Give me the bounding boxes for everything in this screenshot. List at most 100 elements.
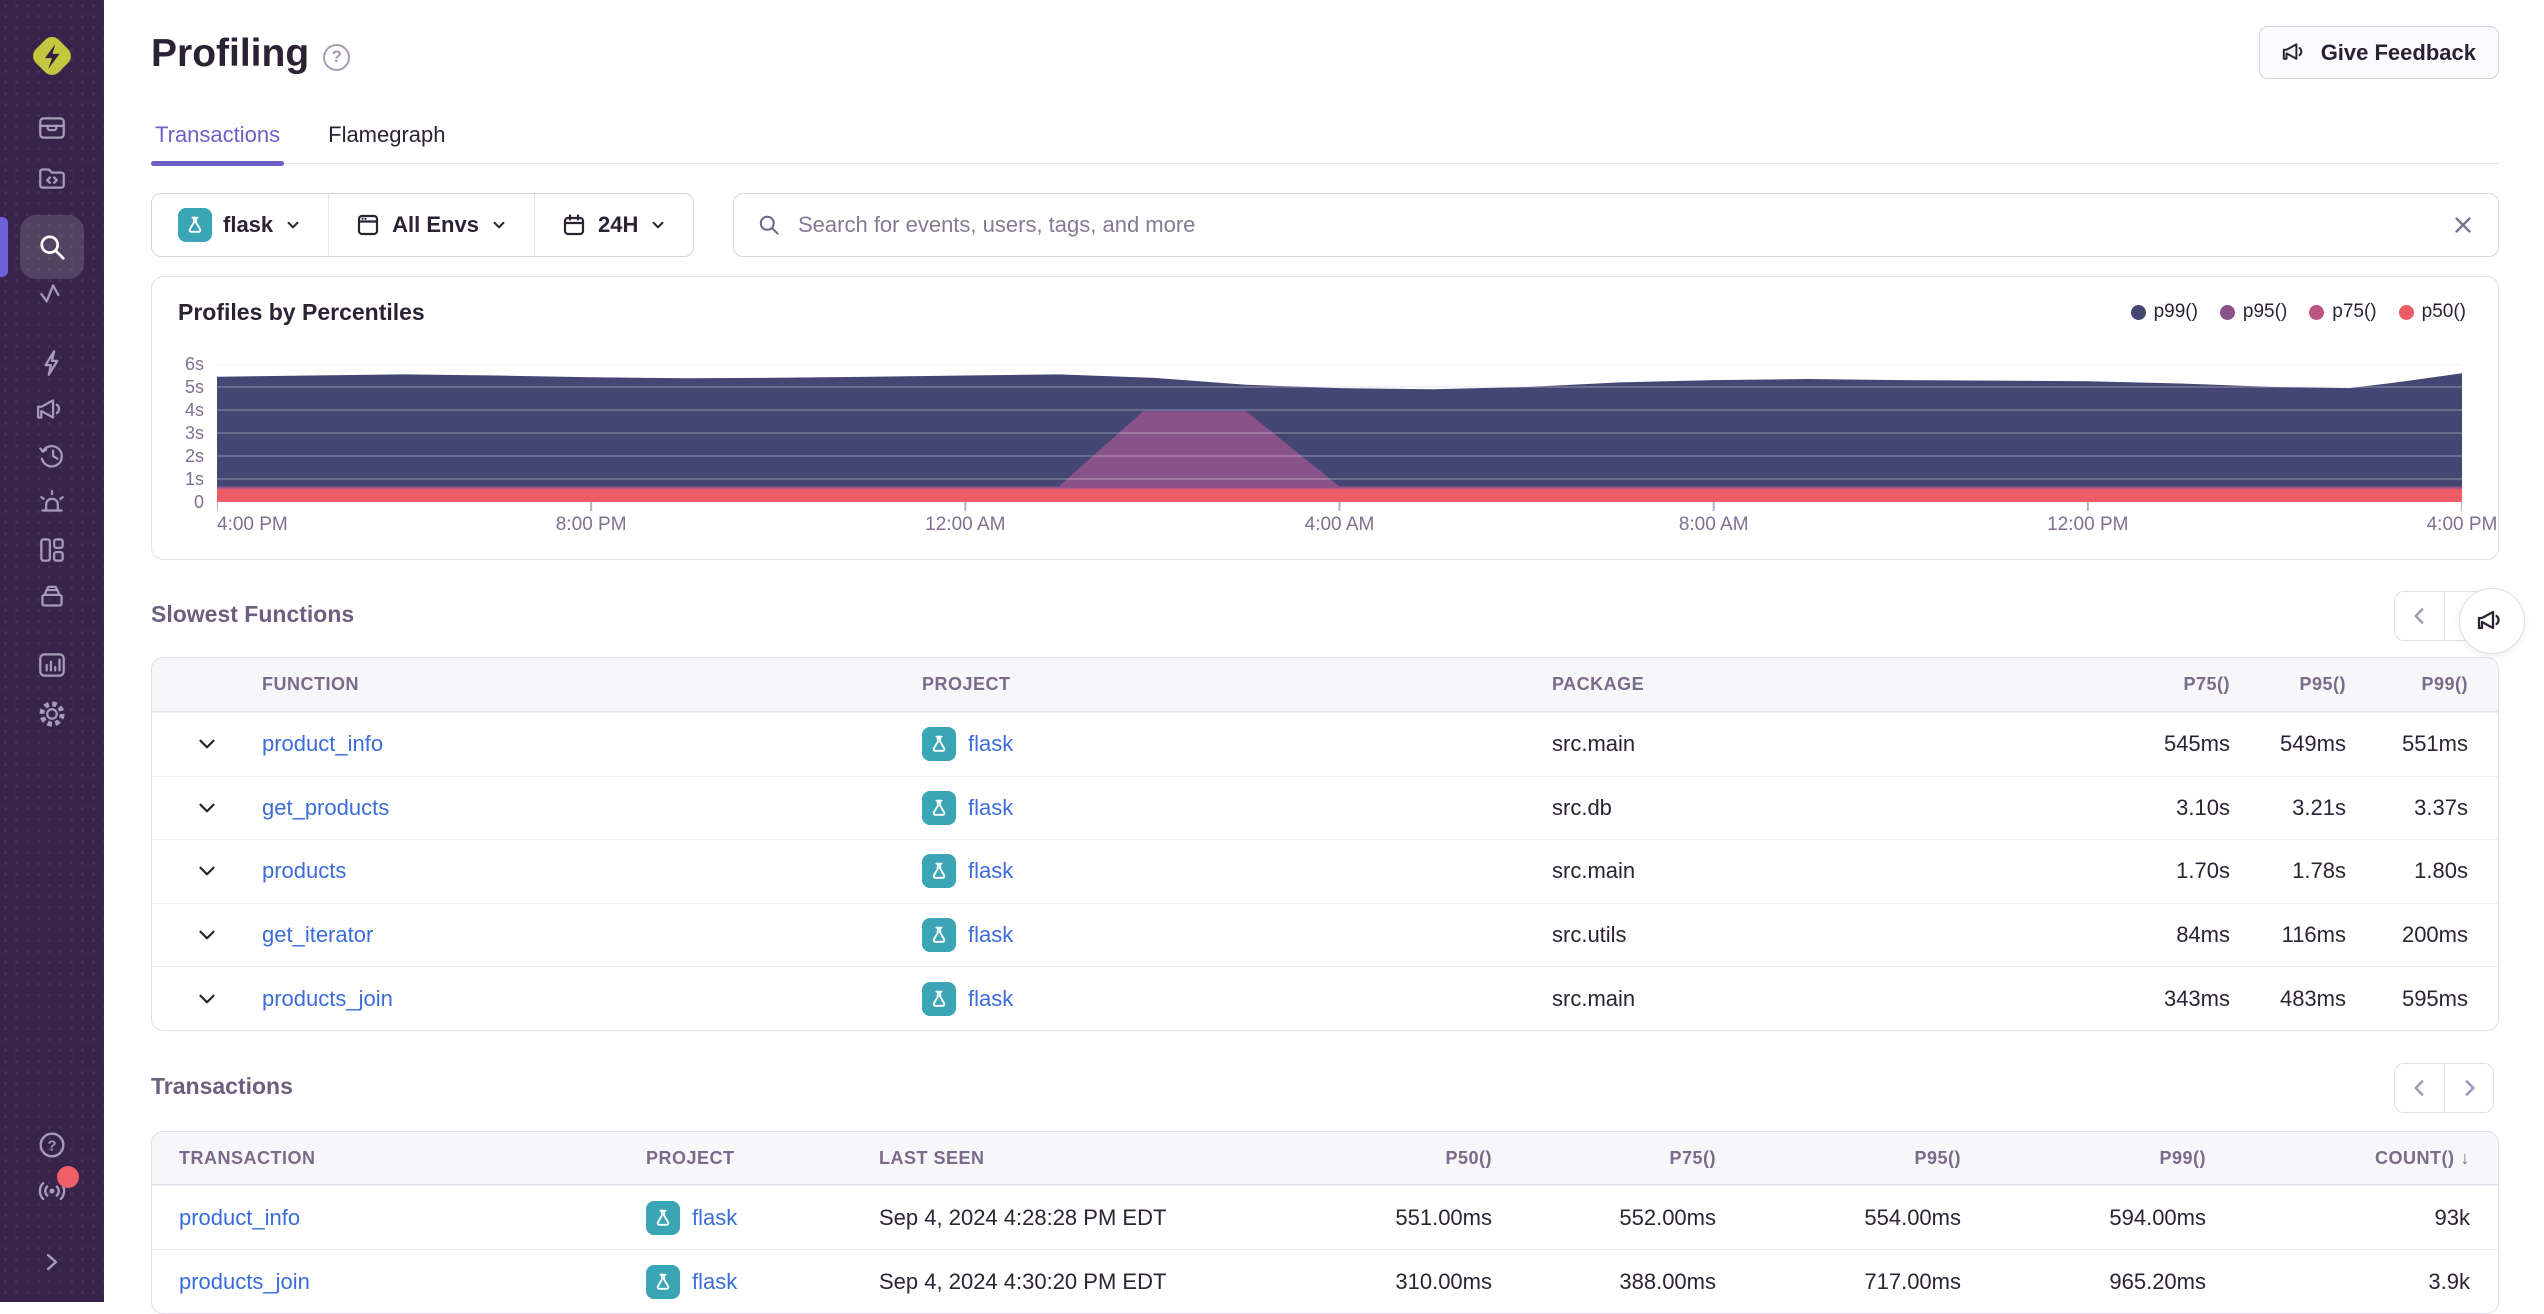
table-row: product_info flask src.main 545ms 549ms … <box>152 712 2498 776</box>
environment-filter[interactable]: All Envs <box>328 194 534 256</box>
megaphone-icon <box>36 394 68 426</box>
function-link[interactable]: products <box>262 858 346 883</box>
sidebar-item-feedback[interactable] <box>0 388 104 432</box>
tab-flamegraph[interactable]: Flamegraph <box>324 118 449 163</box>
column-header-p75[interactable]: P75() <box>2080 674 2230 695</box>
transactions-title: Transactions <box>151 1073 293 1100</box>
chart-plot-area[interactable] <box>217 364 2462 514</box>
p95-cell: 1.78s <box>2230 858 2346 884</box>
project-filter[interactable]: flask <box>152 194 328 256</box>
sidebar-item-dashboards[interactable] <box>0 528 104 572</box>
column-header-package[interactable]: PACKAGE <box>1552 674 2080 695</box>
expand-row-button[interactable] <box>152 795 262 821</box>
column-header-count[interactable]: COUNT()↓ <box>2206 1148 2498 1169</box>
flask-project-icon <box>922 982 956 1016</box>
sidebar-item-replays[interactable] <box>0 434 104 478</box>
search-input[interactable] <box>798 212 2434 238</box>
transactions-header: Transactions <box>151 1063 2499 1115</box>
search-bar <box>733 193 2499 257</box>
column-header-transaction[interactable]: TRANSACTION <box>152 1148 646 1169</box>
column-header-p99[interactable]: P99() <box>2346 674 2498 695</box>
chart-y-axis: 6s 5s 4s 3s 2s 1s 0 <box>152 355 204 511</box>
flask-project-icon <box>922 727 956 761</box>
sidebar-item-search-active[interactable] <box>20 215 84 279</box>
expand-row-button[interactable] <box>152 986 262 1012</box>
sidebar-item-whats-new[interactable] <box>0 1169 104 1213</box>
legend-item-p75[interactable]: p75() <box>2309 301 2376 323</box>
function-link[interactable]: get_products <box>262 795 389 820</box>
expand-row-button[interactable] <box>152 858 262 884</box>
gear-icon <box>36 698 68 730</box>
legend-item-p99[interactable]: p99() <box>2131 301 2198 323</box>
tab-transactions[interactable]: Transactions <box>151 118 284 163</box>
page-help-icon[interactable]: ? <box>323 44 350 71</box>
sentry-logo[interactable] <box>0 28 104 84</box>
legend-dot-p99 <box>2131 305 2146 320</box>
sidebar-item-releases[interactable] <box>0 575 104 619</box>
column-header-last-seen[interactable]: LAST SEEN <box>879 1148 1299 1169</box>
legend-item-p95[interactable]: p95() <box>2220 301 2287 323</box>
column-header-p95[interactable]: P95() <box>2230 674 2346 695</box>
chevron-down-icon <box>194 858 220 884</box>
flask-project-icon <box>922 918 956 952</box>
project-link[interactable]: flask <box>968 795 1013 821</box>
function-link[interactable]: get_iterator <box>262 922 373 947</box>
chevron-down-icon <box>194 731 220 757</box>
sidebar-item-help[interactable]: ? <box>0 1123 104 1167</box>
clear-search-icon[interactable] <box>2450 212 2476 238</box>
project-link[interactable]: flask <box>968 922 1013 948</box>
p99-cell: 3.37s <box>2346 795 2498 821</box>
package-cell: src.main <box>1552 731 2080 757</box>
column-header-project[interactable]: PROJECT <box>922 674 1552 695</box>
floating-feedback-button[interactable] <box>2459 588 2525 654</box>
expand-row-button[interactable] <box>152 731 262 757</box>
column-header-function[interactable]: FUNCTION <box>262 674 922 695</box>
function-link[interactable]: products_join <box>262 986 393 1011</box>
environment-filter-label: All Envs <box>392 212 479 238</box>
sidebar-item-traces[interactable] <box>0 273 104 317</box>
filter-bar: flask All Envs 24H <box>151 193 2499 257</box>
slowest-functions-header: Slowest Functions <box>151 591 2499 643</box>
legend-item-p50[interactable]: p50() <box>2399 301 2466 323</box>
transaction-link[interactable]: product_info <box>179 1205 300 1230</box>
column-header-p75[interactable]: P75() <box>1492 1148 1716 1169</box>
sidebar-item-stats[interactable] <box>0 643 104 687</box>
function-link[interactable]: product_info <box>262 731 383 756</box>
transactions-pagination <box>2394 1063 2494 1113</box>
previous-page-button[interactable] <box>2395 1064 2444 1112</box>
expand-row-button[interactable] <box>152 922 262 948</box>
main-content: Profiling ? Give Feedback Transactions F… <box>104 0 2544 1302</box>
column-header-p95[interactable]: P95() <box>1716 1148 1961 1169</box>
sidebar: ? <box>0 0 104 1302</box>
transaction-link[interactable]: products_join <box>179 1269 310 1294</box>
sidebar-item-alerts[interactable] <box>0 481 104 525</box>
transactions-table-header: TRANSACTION PROJECT LAST SEEN P50() P75(… <box>152 1132 2498 1185</box>
project-link[interactable]: flask <box>968 731 1013 757</box>
p95-cell: 717.00ms <box>1716 1269 1961 1295</box>
chart-legend: p99() p95() p75() p50() <box>2131 301 2466 323</box>
p75-cell: 343ms <box>2080 986 2230 1012</box>
project-filter-label: flask <box>223 212 273 238</box>
project-link[interactable]: flask <box>968 858 1013 884</box>
sidebar-expand-button[interactable] <box>0 1240 104 1284</box>
sidebar-item-projects[interactable] <box>0 156 104 200</box>
date-range-filter[interactable]: 24H <box>534 194 693 256</box>
sidebar-item-settings[interactable] <box>0 692 104 736</box>
flask-project-icon <box>646 1265 680 1299</box>
sort-desc-icon: ↓ <box>2461 1148 2471 1169</box>
flask-project-icon <box>178 208 212 242</box>
project-link[interactable]: flask <box>692 1269 737 1295</box>
project-link[interactable]: flask <box>968 986 1013 1012</box>
previous-page-button[interactable] <box>2395 592 2444 640</box>
transactions-table: TRANSACTION PROJECT LAST SEEN P50() P75(… <box>151 1131 2499 1314</box>
project-link[interactable]: flask <box>692 1205 737 1231</box>
sidebar-item-insights[interactable] <box>0 341 104 385</box>
column-header-p99[interactable]: P99() <box>1961 1148 2206 1169</box>
give-feedback-button[interactable]: Give Feedback <box>2259 26 2499 79</box>
package-cell: src.db <box>1552 795 2080 821</box>
column-header-p50[interactable]: P50() <box>1299 1148 1492 1169</box>
column-header-project[interactable]: PROJECT <box>646 1148 879 1169</box>
p95-cell: 483ms <box>2230 986 2346 1012</box>
next-page-button[interactable] <box>2444 1064 2493 1112</box>
sidebar-item-issues[interactable] <box>0 106 104 150</box>
